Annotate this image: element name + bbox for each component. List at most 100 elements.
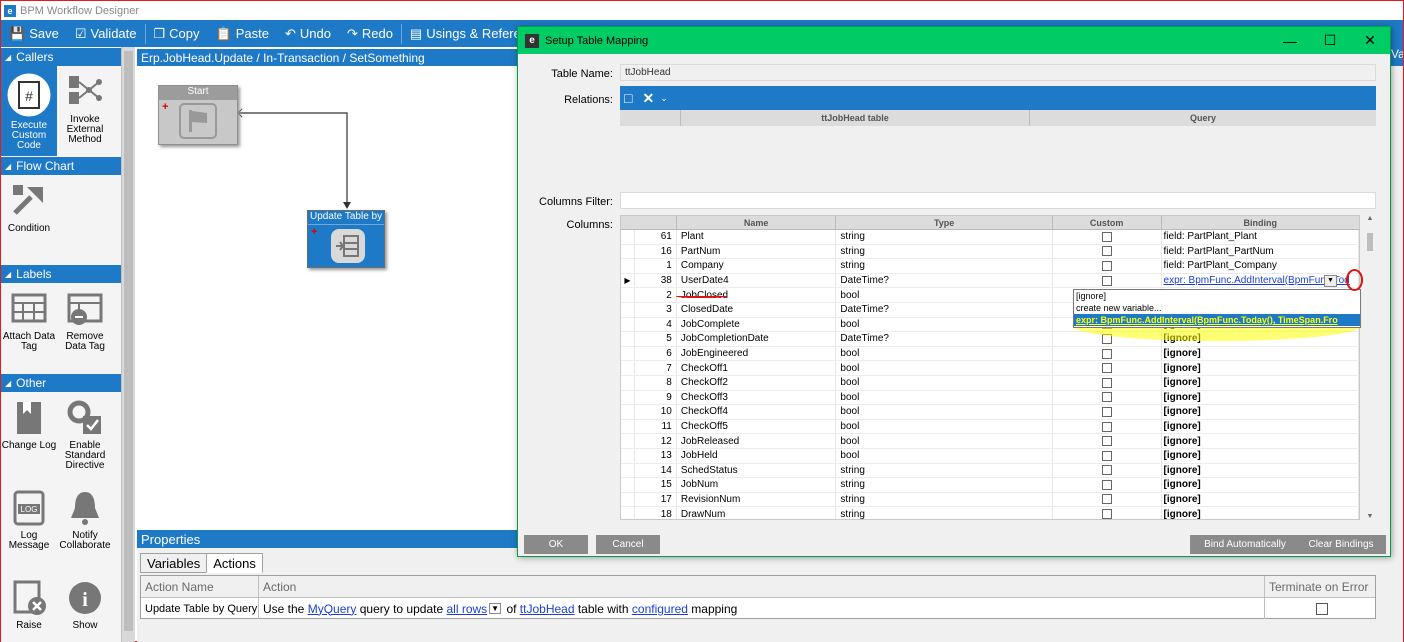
table-row[interactable]: 7 CheckOff1 bool [ignore] <box>621 361 1359 376</box>
palette-scrollbar[interactable] <box>121 47 135 642</box>
custom-checkbox[interactable] <box>1101 421 1112 432</box>
row-binding[interactable]: [ignore] <box>1162 507 1359 519</box>
table-row[interactable]: 6 JobEngineered bool [ignore] <box>621 346 1359 362</box>
dropdown-option-expr[interactable]: expr: BpmFunc.AddInterval(BpmFunc.Today(… <box>1074 314 1360 326</box>
custom-checkbox[interactable] <box>1101 494 1112 505</box>
category-callers[interactable]: ◢ Callers <box>1 48 121 66</box>
workflow-canvas[interactable]: Start + Update Table by Q + <box>137 66 519 528</box>
table-name-field[interactable]: ttJobHead <box>620 64 1376 81</box>
row-binding[interactable]: [ignore] <box>1162 434 1359 448</box>
dropdown-arrow-icon[interactable]: ▼ <box>489 603 502 614</box>
custom-checkbox[interactable] <box>1101 348 1112 359</box>
columns-filter-input[interactable] <box>620 192 1376 209</box>
custom-checkbox[interactable] <box>1101 231 1112 242</box>
row-binding[interactable]: [ignore] <box>1162 405 1359 419</box>
palette-condition[interactable]: Condition <box>1 175 57 263</box>
custom-checkbox[interactable] <box>1101 450 1112 461</box>
row-binding[interactable]: field: PartPlant_Company <box>1162 259 1359 273</box>
table-row[interactable]: 16 PartNum string field: PartPlant_PartNum <box>621 244 1359 260</box>
palette-invoke-external-method[interactable]: Invoke External Method <box>57 66 113 156</box>
bind-automatically-button[interactable]: Bind Automatically <box>1190 535 1300 554</box>
palette-enable-standard-directive[interactable]: Enable Standard Directive <box>57 392 113 482</box>
row-binding[interactable]: [ignore] <box>1162 346 1359 361</box>
palette-log-message[interactable]: LOG Log Message <box>1 482 57 572</box>
update-table-node[interactable]: Update Table by Q + <box>307 210 385 268</box>
new-relation-icon[interactable]: □ <box>624 90 632 106</box>
table-row[interactable]: 61 Plant string field: PartPlant_Plant <box>621 230 1359 245</box>
maximize-button[interactable]: ☐ <box>1310 27 1350 54</box>
custom-checkbox[interactable] <box>1101 465 1112 476</box>
row-binding[interactable]: [ignore] <box>1162 463 1359 478</box>
row-binding[interactable]: [ignore] <box>1162 361 1359 375</box>
table-row[interactable]: 14 SchedStatus string [ignore] <box>621 463 1359 479</box>
save-button[interactable]: 💾 Save <box>1 20 67 47</box>
validate-button[interactable]: ☑ Validate <box>67 20 145 47</box>
all-rows-link[interactable]: all rows <box>446 602 487 616</box>
terminate-checkbox[interactable] <box>1316 602 1328 615</box>
palette-change-log[interactable]: Change Log <box>1 392 57 482</box>
dropdown-option-ignore[interactable]: [ignore] <box>1074 290 1360 302</box>
tab-variables[interactable]: Variables <box>140 553 208 573</box>
custom-checkbox[interactable] <box>1101 260 1112 271</box>
table-row[interactable]: 10 CheckOff4 bool [ignore] <box>621 405 1359 420</box>
table-row[interactable]: 13 JobHeld bool [ignore] <box>621 448 1359 464</box>
table-row[interactable]: 11 CheckOff5 bool [ignore] <box>621 419 1359 435</box>
table-row[interactable]: 8 CheckOff2 bool [ignore] <box>621 375 1359 391</box>
category-flow-chart[interactable]: ◢ Flow Chart <box>1 157 121 175</box>
scroll-up-icon[interactable]: ▲ <box>1364 215 1376 222</box>
table-row[interactable]: 17 RevisionNum string [ignore] <box>621 492 1359 508</box>
tab-actions[interactable]: Actions <box>206 553 263 573</box>
row-binding[interactable]: [ignore] <box>1162 375 1359 390</box>
palette-notify-collaborate[interactable]: Notify Collaborate <box>57 482 113 572</box>
palette-show[interactable]: i Show <box>57 572 113 642</box>
custom-checkbox[interactable] <box>1101 406 1112 417</box>
table-row[interactable]: 15 JobNum string [ignore] <box>621 478 1359 493</box>
paste-button[interactable]: 📋 Paste <box>208 20 277 47</box>
ok-button[interactable]: OK <box>524 535 588 554</box>
cancel-button[interactable]: Cancel <box>596 535 660 554</box>
row-binding[interactable]: expr: BpmFunc.AddInterval(BpmFunc.Tod ▼ <box>1162 273 1359 288</box>
configured-link[interactable]: configured <box>632 602 688 616</box>
palette-remove-data-tag[interactable]: Remove Data Tag <box>57 283 113 373</box>
row-binding[interactable]: [ignore] <box>1162 390 1359 405</box>
start-node[interactable]: Start + <box>158 85 238 145</box>
category-other[interactable]: ◢ Other <box>1 374 121 392</box>
table-row[interactable]: 1 Company string field: PartPlant_Company <box>621 259 1359 274</box>
custom-checkbox[interactable] <box>1101 377 1112 388</box>
table-link[interactable]: ttJobHead <box>520 602 575 616</box>
custom-checkbox[interactable] <box>1101 509 1112 519</box>
row-binding[interactable]: [ignore] <box>1162 419 1359 434</box>
category-labels[interactable]: ◢ Labels <box>1 265 121 283</box>
scrollbar-thumb[interactable] <box>1367 233 1373 251</box>
dropdown-option-new-variable[interactable]: create new variable... <box>1074 302 1360 314</box>
row-binding[interactable]: [ignore] <box>1162 492 1359 507</box>
custom-checkbox[interactable] <box>1101 275 1112 286</box>
custom-checkbox[interactable] <box>1101 479 1112 490</box>
custom-checkbox[interactable] <box>1101 246 1112 257</box>
close-button[interactable]: ✕ <box>1350 27 1390 54</box>
dropdown-arrow-icon[interactable]: ▼ <box>1324 274 1337 287</box>
query-link[interactable]: MyQuery <box>308 602 357 616</box>
custom-checkbox[interactable] <box>1101 436 1112 447</box>
table-row[interactable]: 12 JobReleased bool [ignore] <box>621 434 1359 449</box>
row-binding[interactable]: field: PartPlant_PartNum <box>1162 244 1359 259</box>
custom-checkbox[interactable] <box>1101 392 1112 403</box>
row-binding[interactable]: field: PartPlant_Plant <box>1162 230 1359 244</box>
row-binding[interactable]: [ignore] <box>1162 478 1359 492</box>
palette-raise[interactable]: Raise <box>1 572 57 642</box>
table-row[interactable]: Update Table by Query 0 Use the MyQuery … <box>141 598 1375 619</box>
columns-scrollbar[interactable]: ▲ ▼ <box>1364 215 1376 520</box>
palette-execute-custom-code[interactable]: # Execute Custom Code <box>1 66 57 156</box>
undo-button[interactable]: ↶ Undo <box>277 20 339 47</box>
scroll-down-icon[interactable]: ▼ <box>1364 513 1376 520</box>
table-row[interactable]: ▶ 38 UserDate4 DateTime? expr: BpmFunc.AddIn… <box>621 273 1359 289</box>
delete-relation-icon[interactable]: ✕ <box>642 90 654 107</box>
custom-checkbox[interactable] <box>1101 363 1112 374</box>
table-row[interactable]: 18 DrawNum string [ignore] <box>621 507 1359 519</box>
clear-bindings-button[interactable]: Clear Bindings <box>1296 535 1386 554</box>
palette-attach-data-tag[interactable]: Attach Data Tag <box>1 283 57 373</box>
copy-button[interactable]: ❐ Copy <box>146 20 208 47</box>
row-binding[interactable]: [ignore] <box>1162 448 1359 463</box>
chevron-down-icon[interactable]: ⌄ <box>660 93 668 104</box>
redo-button[interactable]: ↷ Redo <box>339 20 401 47</box>
